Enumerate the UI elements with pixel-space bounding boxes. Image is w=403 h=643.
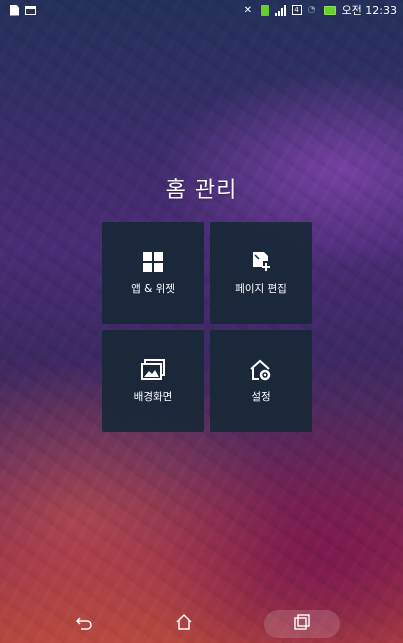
recent-apps-icon bbox=[293, 614, 310, 634]
home-icon bbox=[176, 614, 192, 634]
home-settings-button[interactable]: 설정 bbox=[210, 330, 312, 432]
tile-label: 설정 bbox=[251, 390, 271, 403]
back-button[interactable] bbox=[64, 610, 104, 638]
tile-label: 페이지 편집 bbox=[235, 282, 287, 295]
page-edit-button[interactable]: 페이지 편집 bbox=[210, 222, 312, 324]
document-icon bbox=[10, 4, 19, 16]
page-title: 홈 관리 bbox=[165, 178, 238, 203]
card-icon bbox=[25, 5, 36, 15]
status-bar: ✕ 4 ◔ 오전 12:33 bbox=[0, 0, 403, 20]
home-screen: ✕ 4 ◔ 오전 12:33 홈 관리 앱 & 위젯 페이지 편집 배경화면 설… bbox=[0, 0, 403, 643]
page-edit-icon bbox=[250, 251, 272, 273]
apps-widgets-icon bbox=[142, 251, 164, 273]
wifi-icon: ◔ bbox=[307, 5, 316, 15]
wallpaper-button[interactable]: 배경화면 bbox=[102, 330, 204, 432]
recent-apps-button[interactable] bbox=[263, 610, 340, 638]
signal-icon bbox=[274, 4, 286, 16]
tile-label: 배경화면 bbox=[133, 390, 173, 403]
status-right: ✕ 4 ◔ 오전 12:33 bbox=[244, 2, 397, 18]
back-icon bbox=[75, 615, 92, 634]
status-left bbox=[10, 4, 36, 16]
navigation-bar bbox=[0, 605, 403, 643]
mute-icon: ✕ bbox=[243, 4, 252, 16]
home-settings-icon bbox=[249, 359, 273, 381]
apps-widgets-button[interactable]: 앱 & 위젯 bbox=[102, 222, 204, 324]
home-manage-grid: 앱 & 위젯 페이지 편집 배경화면 설정 bbox=[102, 222, 312, 432]
sim-icon bbox=[260, 4, 269, 16]
tile-label: 앱 & 위젯 bbox=[131, 282, 175, 295]
wallpaper-icon bbox=[141, 358, 165, 381]
home-button[interactable] bbox=[164, 610, 204, 638]
battery-icon bbox=[323, 5, 336, 15]
lte-icon: 4 bbox=[291, 5, 302, 15]
clock: 오전 12:33 bbox=[341, 4, 397, 17]
